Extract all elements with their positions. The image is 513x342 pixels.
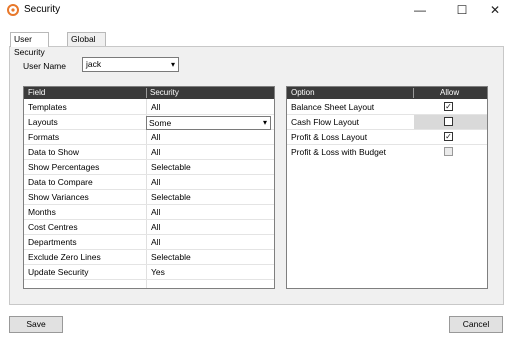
row-security: Some (149, 118, 172, 128)
row-field: Show Percentages (28, 162, 100, 172)
row-field: Months (28, 207, 56, 217)
chevron-down-icon: ▾ (170, 60, 175, 69)
table-row[interactable]: Balance Sheet Layout ✓ (287, 100, 487, 115)
row-option: Balance Sheet Layout (291, 102, 375, 112)
tab-global-security[interactable]: Global Security (67, 32, 106, 57)
table-row[interactable]: Profit & Loss with Budget (287, 145, 487, 160)
row-security: Yes (151, 267, 165, 277)
table-row[interactable]: Cash Flow Layout (287, 115, 487, 130)
allow-checkbox[interactable]: ✓ (444, 102, 453, 111)
user-name-label: User Name (23, 61, 66, 71)
allow-checkbox[interactable]: ✓ (444, 132, 453, 141)
table-row[interactable]: Exclude Zero Lines Selectable (24, 250, 274, 265)
app-gear-icon (7, 4, 19, 16)
row-field: Layouts (28, 117, 58, 127)
maximize-button[interactable]: ☐ (447, 0, 477, 20)
header-security: Security (150, 88, 179, 97)
row-field: Data to Compare (28, 177, 93, 187)
row-field: Templates (28, 102, 67, 112)
row-field: Formats (28, 132, 60, 142)
table-row[interactable]: Months All (24, 205, 274, 220)
row-security: All (151, 207, 161, 217)
row-field: Exclude Zero Lines (28, 252, 101, 262)
field-security-grid: Field Security Templates All Layouts Som… (23, 86, 275, 289)
cancel-button[interactable]: Cancel (449, 316, 503, 333)
table-row[interactable]: Templates All (24, 100, 274, 115)
tab-user-security[interactable]: User Security (10, 32, 49, 57)
row-security: All (151, 222, 161, 232)
row-field: Departments (28, 237, 77, 247)
row-option: Profit & Loss with Budget (291, 147, 386, 157)
minimize-button[interactable]: — (405, 0, 435, 20)
allow-checkbox[interactable] (444, 147, 453, 156)
row-field: Show Variances (28, 192, 89, 202)
table-row[interactable]: Show Variances Selectable (24, 190, 274, 205)
row-field: Cost Centres (28, 222, 78, 232)
table-row[interactable]: Cost Centres All (24, 220, 274, 235)
row-security: All (151, 132, 161, 142)
row-option: Cash Flow Layout (291, 117, 360, 127)
option-grid-header: Option Allow (287, 87, 487, 99)
table-row[interactable]: Layouts Some ▾ (24, 115, 274, 130)
window-title: Security (24, 4, 61, 15)
table-row[interactable]: Departments All (24, 235, 274, 250)
save-button[interactable]: Save (9, 316, 63, 333)
header-option: Option (291, 88, 315, 97)
option-allow-grid: Option Allow Balance Sheet Layout ✓ Cash… (286, 86, 488, 289)
table-row[interactable]: Data to Show All (24, 145, 274, 160)
row-field: Update Security (28, 267, 89, 277)
header-field: Field (28, 88, 46, 97)
row-security: All (151, 102, 161, 112)
table-row[interactable]: Formats All (24, 130, 274, 145)
header-allow: Allow (440, 88, 460, 97)
close-button[interactable]: ✕ (480, 0, 510, 20)
user-name-select[interactable]: jack ▾ (82, 57, 179, 72)
row-security: All (151, 147, 161, 157)
row-security: Selectable (151, 252, 191, 262)
layouts-security-select[interactable]: Some ▾ (146, 116, 271, 130)
row-security: Selectable (151, 192, 191, 202)
table-row[interactable]: Show Percentages Selectable (24, 160, 274, 175)
row-field: Data to Show (28, 147, 80, 157)
row-security: All (151, 237, 161, 247)
chevron-down-icon: ▾ (262, 118, 267, 127)
allow-checkbox[interactable] (444, 117, 453, 126)
table-row[interactable]: Profit & Loss Layout ✓ (287, 130, 487, 145)
row-option: Profit & Loss Layout (291, 132, 368, 142)
field-grid-header: Field Security (24, 87, 274, 99)
row-security: All (151, 177, 161, 187)
row-security: Selectable (151, 162, 191, 172)
table-row[interactable]: Data to Compare All (24, 175, 274, 190)
title-bar: Security — ☐ ✕ (0, 0, 513, 22)
table-row[interactable]: Update Security Yes (24, 265, 274, 280)
user-name-value: jack (86, 59, 102, 69)
